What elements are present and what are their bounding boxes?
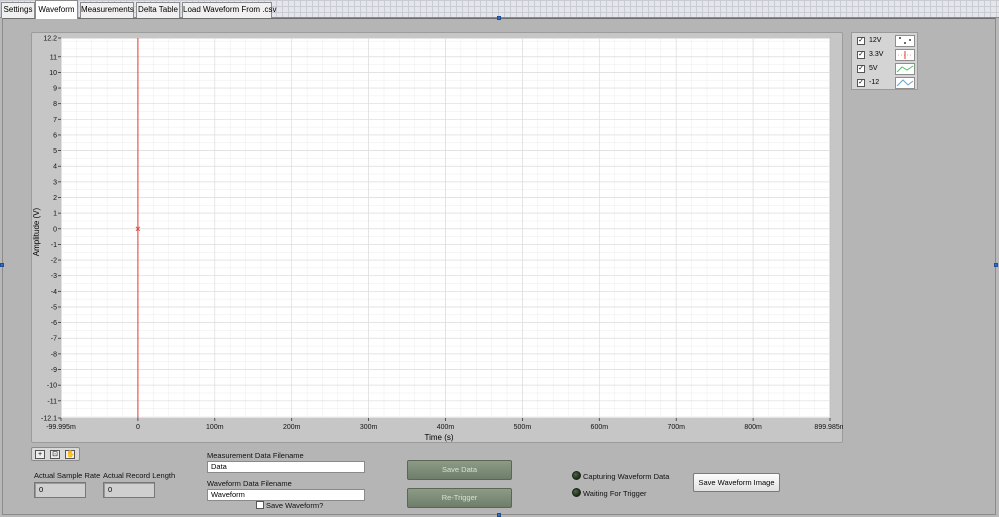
x-tick-label: 300m — [360, 424, 378, 431]
y-tick-label: 11 — [50, 54, 57, 61]
x-tick-label: 500m — [514, 424, 532, 431]
y-tick-label: -11 — [47, 398, 57, 405]
y-tick-label: -6 — [51, 320, 57, 327]
y-axis-label: Amplitude (V) — [32, 207, 41, 256]
legend-checkbox[interactable]: ✓ — [857, 51, 865, 59]
plot-style-swatch[interactable] — [895, 49, 915, 61]
resize-handle[interactable] — [497, 513, 501, 517]
y-tick-label: -10 — [47, 383, 57, 390]
x-tick-label: 600m — [591, 424, 609, 431]
resize-handle[interactable] — [0, 263, 4, 267]
x-tick-label: 100m — [206, 424, 224, 431]
sample-rate-label: Actual Sample Rate — [34, 471, 101, 480]
y-tick-label: 7 — [53, 117, 57, 124]
y-tick-label: 9 — [53, 86, 57, 93]
legend-label: -12 — [869, 79, 880, 86]
x-tick-label: 899.985m — [814, 424, 843, 431]
waveform-filename-label: Waveform Data Filename — [207, 479, 292, 488]
measurement-filename-label: Measurement Data Filename — [207, 451, 304, 460]
legend-checkbox[interactable]: ✓ — [857, 37, 865, 45]
legend-label: 3.3V — [869, 51, 884, 58]
y-tick-label: -3 — [51, 273, 57, 280]
retrigger-button[interactable]: Re-Trigger — [407, 488, 512, 508]
y-tick-label: 4 — [53, 164, 57, 171]
plot-legend: ✓ 12V ✓ 3.3V ✓ 5V ✓ -12 — [851, 32, 918, 90]
y-axis: 12.211109876543210-1-2-3-4-5-6-7-8-9-10-… — [41, 36, 61, 423]
y-tick-label: 10 — [49, 70, 57, 77]
tab-load-waveform-csv[interactable]: Load Waveform From .csv — [182, 2, 277, 18]
zoom-icon[interactable]: ⊡ — [50, 450, 60, 459]
x-axis-label: Time (s) — [424, 433, 453, 442]
legend-checkbox[interactable]: ✓ — [857, 79, 865, 87]
waiting-trigger-label: Waiting For Trigger — [583, 489, 647, 498]
legend-label: 12V — [869, 37, 882, 44]
y-tick-label: -7 — [51, 336, 57, 343]
plot-style-swatch[interactable] — [895, 77, 915, 89]
x-axis: -99.995m 0 100m 200m 300m 400m 500m 600m 700m 800… — [46, 418, 843, 431]
cursor-move-icon[interactable]: + — [35, 450, 45, 459]
record-length-indicator: 0 — [103, 482, 155, 498]
save-data-button[interactable]: Save Data — [407, 460, 512, 480]
x-tick-label: 0 — [136, 424, 140, 431]
legend-label: 5V — [869, 65, 878, 72]
y-tick-label: 6 — [53, 132, 57, 139]
waveform-filename-input[interactable]: Waveform — [207, 489, 365, 501]
save-waveform-checkbox[interactable] — [256, 501, 264, 509]
tab-waveform[interactable]: Waveform — [35, 0, 78, 19]
x-tick-label: 700m — [667, 424, 685, 431]
y-tick-label: 12.2 — [43, 36, 57, 43]
tab-settings[interactable]: Settings — [1, 2, 35, 18]
legend-item-3v3[interactable]: ✓ 3.3V — [857, 49, 919, 61]
legend-item-5v[interactable]: ✓ 5V — [857, 63, 919, 75]
tab-delta-table[interactable]: Delta Table — [136, 2, 180, 18]
y-tick-label: 5 — [53, 148, 57, 155]
plot-style-swatch[interactable] — [895, 63, 915, 75]
legend-checkbox[interactable]: ✓ — [857, 65, 865, 73]
capturing-led — [572, 471, 581, 480]
sample-rate-indicator: 0 — [34, 482, 86, 498]
y-tick-label: 2 — [53, 195, 57, 202]
waiting-trigger-led — [572, 488, 581, 497]
y-tick-label: 8 — [53, 101, 57, 108]
measurement-filename-input[interactable]: Data — [207, 461, 365, 473]
x-tick-label: 200m — [283, 424, 301, 431]
y-tick-label: -2 — [51, 258, 57, 265]
y-tick-label: -1 — [51, 242, 57, 249]
y-tick-label: -12.1 — [41, 416, 57, 423]
tab-measurements[interactable]: Measurements — [80, 2, 134, 18]
capturing-label: Capturing Waveform Data — [583, 472, 670, 481]
y-tick-label: -5 — [51, 304, 57, 311]
save-waveform-image-button[interactable]: Save Waveform Image — [693, 473, 780, 492]
legend-item-neg12[interactable]: ✓ -12 — [857, 77, 919, 89]
save-waveform-label: Save Waveform? — [266, 501, 324, 510]
x-tick-label: 800m — [744, 424, 762, 431]
y-tick-label: 3 — [53, 179, 57, 186]
resize-handle[interactable] — [497, 16, 501, 20]
y-tick-label: 0 — [53, 226, 57, 233]
resize-handle[interactable] — [994, 263, 998, 267]
y-tick-label: -4 — [51, 289, 57, 296]
waveform-plot[interactable]: 12.211109876543210-1-2-3-4-5-6-7-8-9-10-… — [31, 32, 843, 443]
y-tick-label: -8 — [51, 351, 57, 358]
y-tick-label: -9 — [51, 367, 57, 374]
x-tick-label: 400m — [437, 424, 455, 431]
x-tick-label: -99.995m — [46, 424, 76, 431]
legend-item-12v[interactable]: ✓ 12V — [857, 35, 919, 47]
pan-hand-icon[interactable]: ✋ — [65, 450, 75, 459]
graph-palette: + ⊡ ✋ — [31, 447, 80, 461]
y-tick-label: 1 — [53, 211, 57, 218]
record-length-label: Actual Record Length — [103, 471, 176, 480]
plot-style-swatch[interactable] — [895, 35, 915, 47]
